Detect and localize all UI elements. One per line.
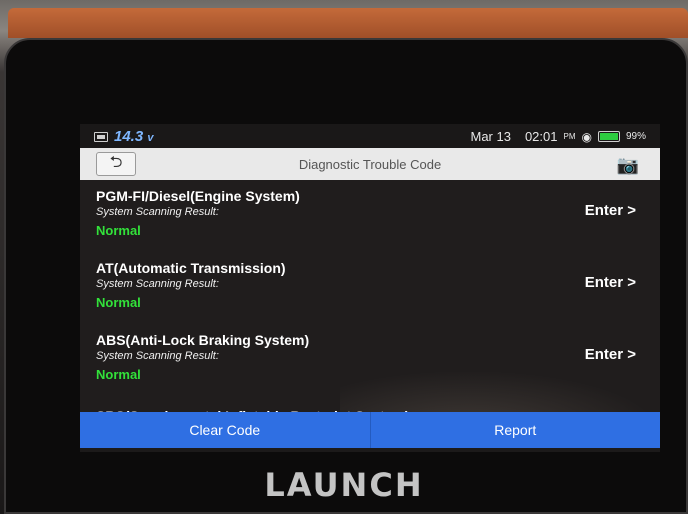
title-bar: ⮌ Diagnostic Trouble Code 📷 — [80, 148, 660, 180]
back-arrow-icon: ⮌ — [109, 153, 123, 171]
system-name: AT(Automatic Transmission) — [96, 260, 286, 276]
battery-percent: 99% — [625, 131, 646, 142]
report-button[interactable]: Report — [371, 412, 661, 448]
system-item-engine: PGM-FI/Diesel(Engine System) System Scan… — [96, 188, 646, 238]
system-sub-label: System Scanning Result: — [96, 350, 219, 362]
date-text: Mar 13 — [470, 129, 511, 144]
clear-code-button[interactable]: Clear Code — [80, 412, 371, 448]
device-top-edge — [8, 8, 688, 38]
status-bar: 14.3 v Mar 13 02:01 PM ◉ 99% — [80, 124, 660, 148]
time-text: 02:01 — [524, 129, 558, 144]
system-sub-label: System Scanning Result: — [96, 278, 219, 290]
system-item-transmission: AT(Automatic Transmission) System Scanni… — [96, 260, 646, 310]
vehicle-battery-icon — [94, 131, 108, 142]
enter-button-transmission[interactable]: Enter > — [585, 274, 636, 291]
system-result: Normal — [96, 223, 141, 238]
ampm-text: PM — [563, 132, 576, 141]
system-item-abs: ABS(Anti-Lock Braking System) System Sca… — [96, 332, 646, 382]
voltage-value: 14.3 — [114, 128, 144, 145]
voltage-readout: 14.3 v — [114, 128, 154, 145]
back-button[interactable]: ⮌ — [96, 152, 136, 176]
wifi-icon: ◉ — [581, 129, 592, 144]
action-bar: Clear Code Report — [80, 412, 660, 448]
status-right: Mar 13 02:01 PM ◉ 99% — [470, 129, 646, 144]
device-screen: 14.3 v Mar 13 02:01 PM ◉ 99% ⮌ Diagnosti… — [80, 124, 660, 452]
system-result: Normal — [96, 367, 141, 382]
status-left: 14.3 v — [94, 128, 154, 145]
system-name: PGM-FI/Diesel(Engine System) — [96, 188, 300, 204]
system-list: PGM-FI/Diesel(Engine System) System Scan… — [80, 180, 660, 416]
enter-button-engine[interactable]: Enter > — [585, 202, 636, 219]
device-battery-icon — [597, 131, 620, 142]
system-result: Normal — [96, 295, 141, 310]
screenshot-button[interactable]: 📷 — [606, 150, 650, 180]
page-title: Diagnostic Trouble Code — [298, 156, 442, 172]
brand-logo: LAUNCH — [264, 466, 424, 504]
system-name: ABS(Anti-Lock Braking System) — [96, 332, 310, 348]
enter-button-abs[interactable]: Enter > — [585, 346, 636, 363]
system-sub-label: System Scanning Result: — [96, 206, 219, 218]
voltage-unit: v — [147, 132, 154, 144]
camera-icon: 📷 — [616, 154, 640, 175]
